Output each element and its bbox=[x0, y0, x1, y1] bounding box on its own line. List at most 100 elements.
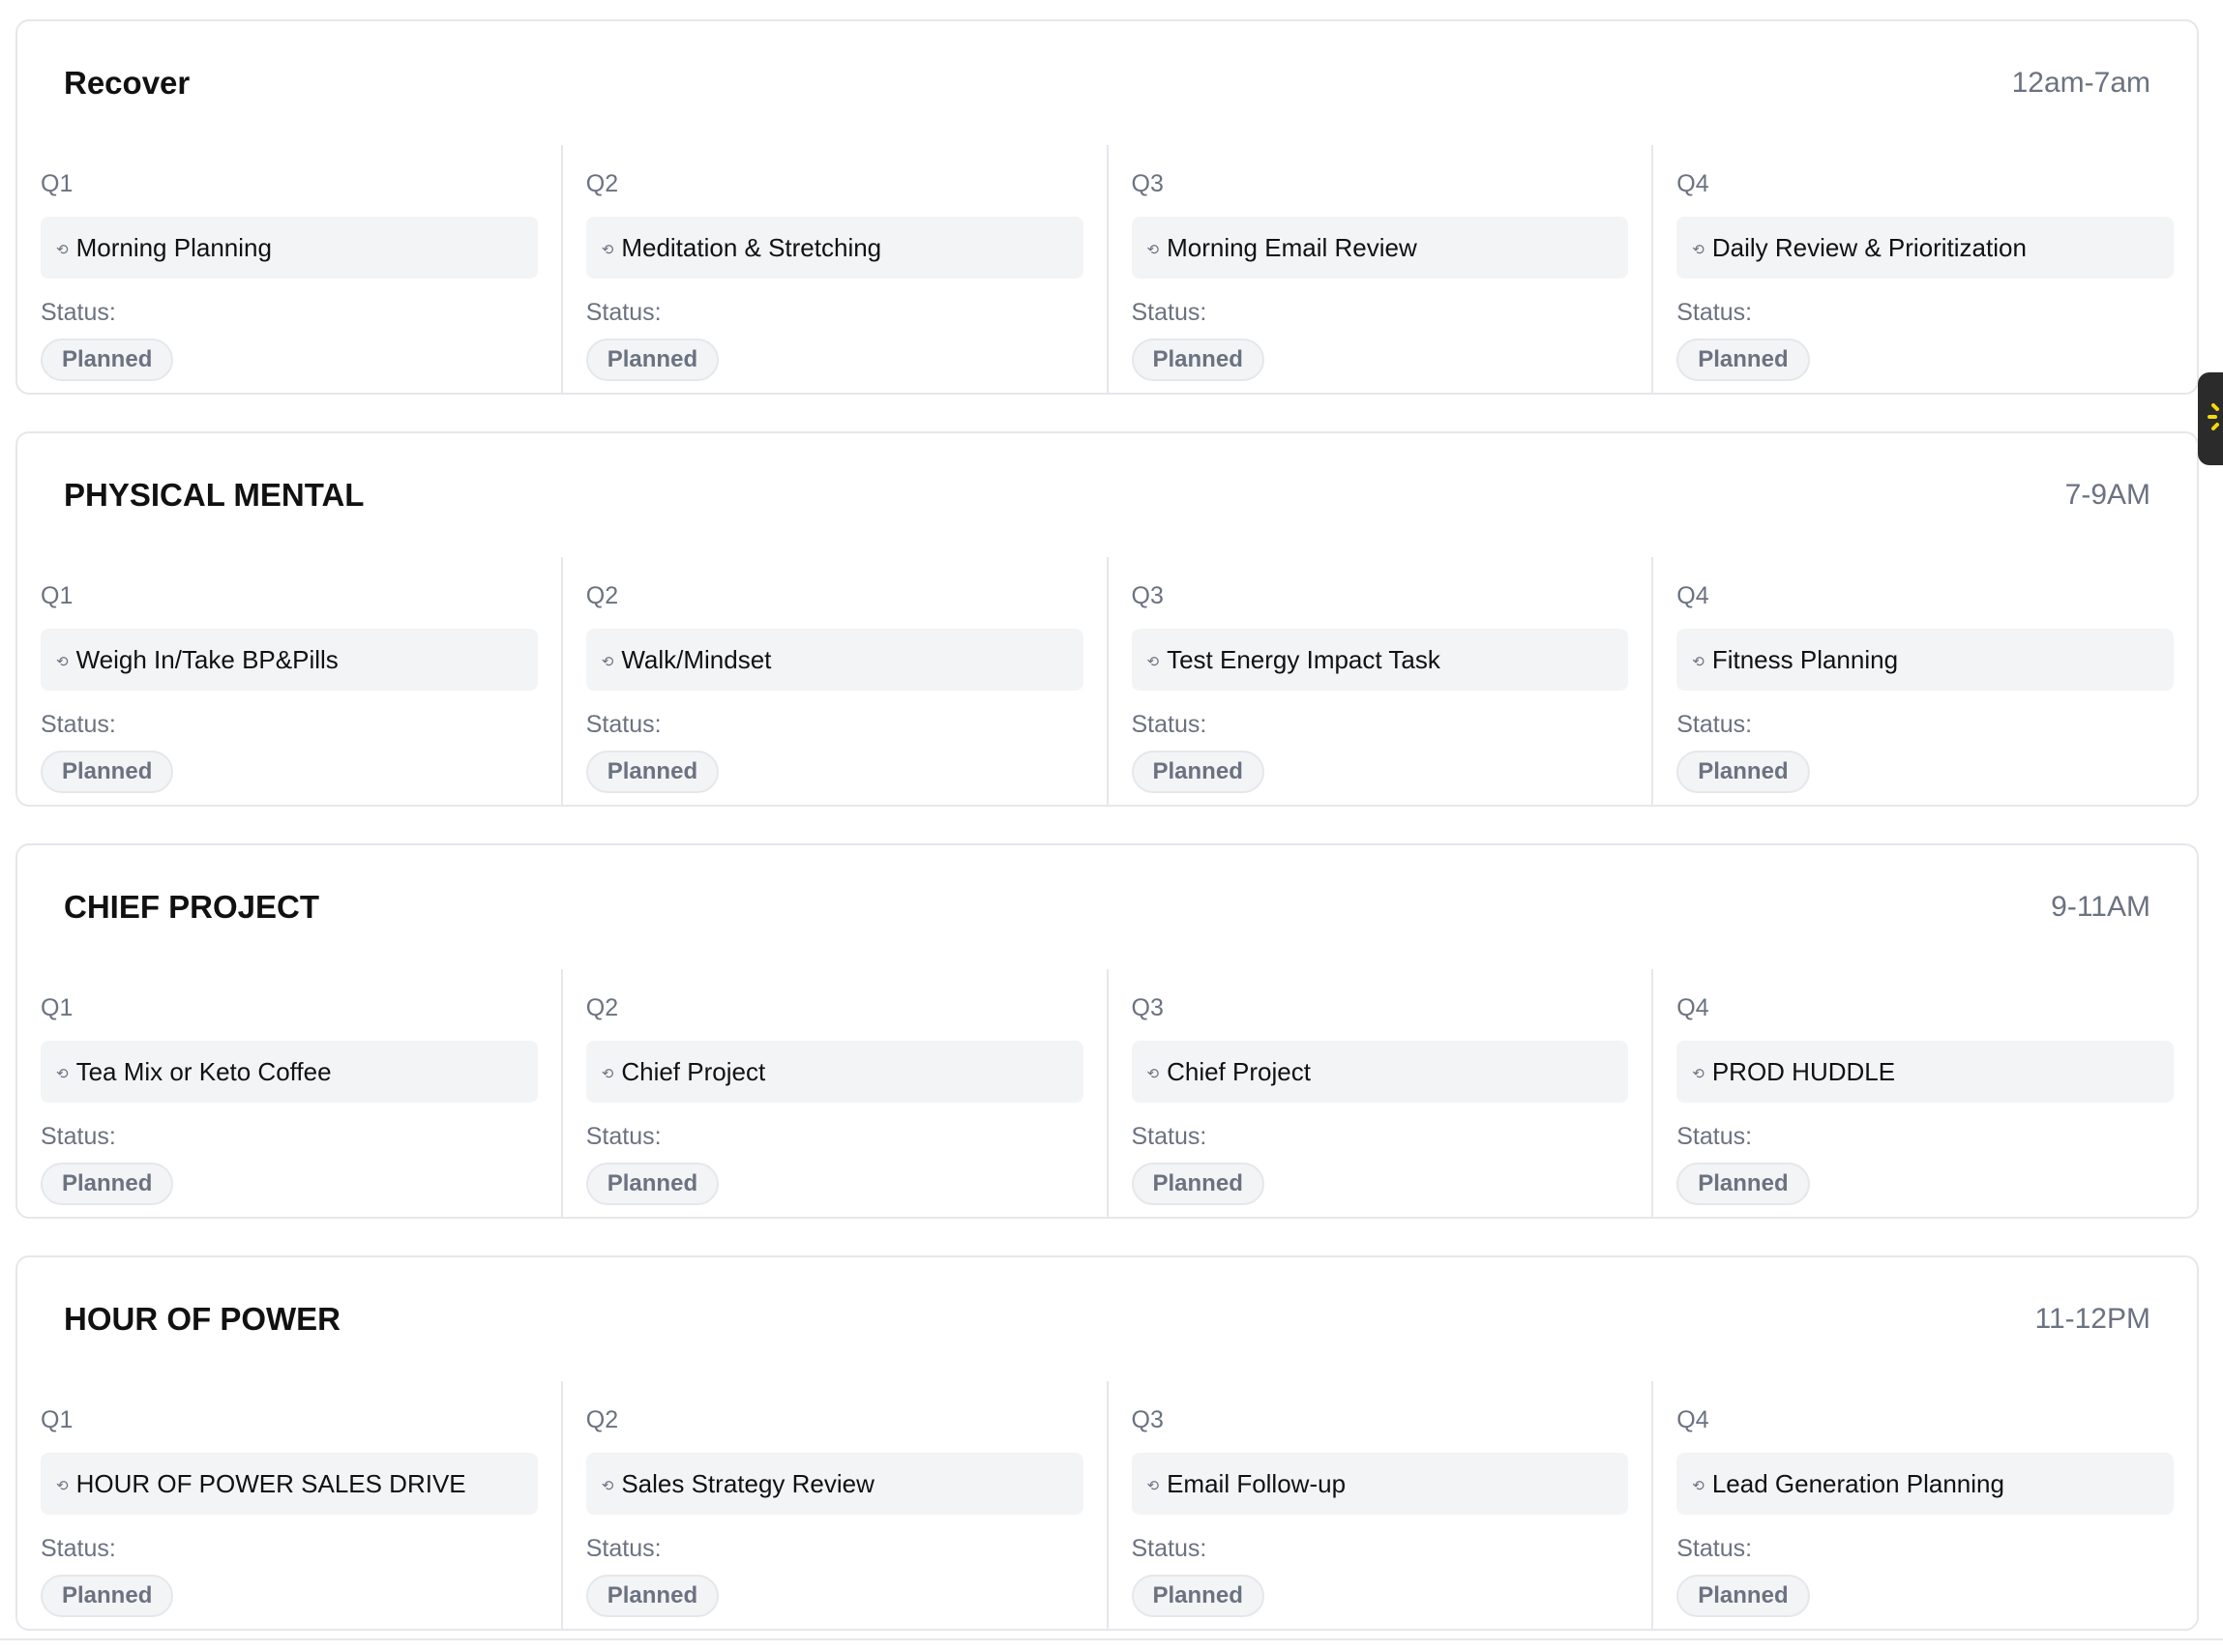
status-badge[interactable]: Planned bbox=[1131, 751, 1264, 793]
task-chip[interactable]: ⟲ Lead Generation Planning bbox=[1676, 1453, 2174, 1515]
bottom-divider bbox=[0, 1638, 2223, 1640]
time-block-title: Recover bbox=[64, 65, 191, 101]
status-badge[interactable]: Planned bbox=[41, 751, 174, 793]
task-name: Fitness Planning bbox=[1711, 644, 1899, 674]
time-block: Recover 12am-7am Q1 ⟲ Morning Planning S… bbox=[15, 19, 2199, 395]
time-block-range: 12am-7am bbox=[2011, 67, 2150, 99]
quarter-column: Q4 ⟲ Lead Generation Planning Status: Pl… bbox=[1651, 1381, 2197, 1629]
status-badge[interactable]: Planned bbox=[585, 1575, 720, 1617]
task-chip[interactable]: ⟲ Morning Email Review bbox=[1131, 217, 1629, 279]
task-name: Sales Strategy Review bbox=[621, 1468, 874, 1498]
task-chip[interactable]: ⟲ Chief Project bbox=[585, 1041, 1083, 1103]
status-label: Status: bbox=[585, 299, 662, 326]
task-name: Tea Mix or Keto Coffee bbox=[75, 1056, 332, 1086]
status-badge[interactable]: Planned bbox=[1131, 339, 1264, 381]
recurring-icon: ⟲ bbox=[601, 1066, 614, 1082]
task-name: HOUR OF POWER SALES DRIVE bbox=[75, 1468, 466, 1498]
recurring-icon: ⟲ bbox=[601, 242, 614, 258]
status-badge[interactable]: Planned bbox=[1676, 339, 1810, 381]
time-block-range: 9-11AM bbox=[2051, 891, 2150, 923]
status-badge[interactable]: Planned bbox=[41, 339, 174, 381]
task-chip[interactable]: ⟲ Test Energy Impact Task bbox=[1131, 629, 1629, 691]
side-panel-toggle[interactable] bbox=[2198, 372, 2223, 465]
recurring-icon: ⟲ bbox=[1146, 242, 1160, 258]
time-block-range: 11-12PM bbox=[2034, 1303, 2150, 1335]
status-label: Status: bbox=[41, 1535, 116, 1562]
quarter-column: Q3 ⟲ Test Energy Impact Task Status: Pla… bbox=[1106, 557, 1652, 805]
status-badge[interactable]: Planned bbox=[1676, 751, 1810, 793]
recurring-icon: ⟲ bbox=[1692, 1066, 1704, 1082]
quarter-label: Q2 bbox=[585, 994, 619, 1021]
recurring-icon: ⟲ bbox=[601, 654, 614, 670]
status-badge[interactable]: Planned bbox=[1676, 1575, 1810, 1617]
quarter-label: Q2 bbox=[585, 1406, 619, 1433]
status-label: Status: bbox=[1131, 299, 1207, 326]
quarter-label: Q2 bbox=[585, 170, 619, 197]
quarter-column: Q3 ⟲ Chief Project Status: Planned bbox=[1106, 969, 1652, 1217]
task-chip[interactable]: ⟲ Daily Review & Prioritization bbox=[1676, 217, 2174, 279]
quarter-label: Q3 bbox=[1131, 170, 1164, 197]
time-block-title: HOUR OF POWER bbox=[64, 1301, 341, 1337]
quarter-label: Q1 bbox=[41, 170, 74, 197]
task-chip[interactable]: ⟲ Walk/Mindset bbox=[585, 629, 1083, 691]
quarter-label: Q2 bbox=[585, 582, 619, 609]
time-block-title: CHIEF PROJECT bbox=[64, 889, 320, 925]
quarter-label: Q3 bbox=[1131, 1406, 1164, 1433]
task-name: Chief Project bbox=[1167, 1056, 1311, 1086]
status-label: Status: bbox=[41, 711, 116, 738]
status-label: Status: bbox=[1676, 1123, 1753, 1150]
quarter-label: Q4 bbox=[1676, 1406, 1709, 1433]
status-badge[interactable]: Planned bbox=[1131, 1163, 1264, 1205]
task-chip[interactable]: ⟲ Meditation & Stretching bbox=[585, 217, 1083, 279]
status-badge[interactable]: Planned bbox=[1131, 1575, 1264, 1617]
recurring-icon: ⟲ bbox=[1146, 654, 1160, 670]
quarter-column: Q3 ⟲ Morning Email Review Status: Planne… bbox=[1106, 145, 1652, 393]
status-label: Status: bbox=[41, 1123, 116, 1150]
time-block-range: 7-9AM bbox=[2064, 479, 2150, 511]
quarter-column: Q1 ⟲ Weigh In/Take BP&Pills Status: Plan… bbox=[17, 557, 561, 805]
task-chip[interactable]: ⟲ Email Follow-up bbox=[1131, 1453, 1629, 1515]
status-badge[interactable]: Planned bbox=[585, 1163, 720, 1205]
task-chip[interactable]: ⟲ Chief Project bbox=[1131, 1041, 1629, 1103]
recurring-icon: ⟲ bbox=[56, 1478, 69, 1494]
status-badge[interactable]: Planned bbox=[1676, 1163, 1810, 1205]
status-label: Status: bbox=[585, 1123, 662, 1150]
status-badge[interactable]: Planned bbox=[41, 1163, 174, 1205]
quarter-column: Q2 ⟲ Chief Project Status: Planned bbox=[560, 969, 1107, 1217]
task-chip[interactable]: ⟲ PROD HUDDLE bbox=[1676, 1041, 2174, 1103]
recurring-icon: ⟲ bbox=[56, 242, 69, 258]
task-chip[interactable]: ⟲ Tea Mix or Keto Coffee bbox=[41, 1041, 538, 1103]
task-name: Meditation & Stretching bbox=[621, 232, 882, 262]
status-label: Status: bbox=[1676, 299, 1753, 326]
quarter-column: Q2 ⟲ Sales Strategy Review Status: Plann… bbox=[560, 1381, 1107, 1629]
quarter-row: Q1 ⟲ Tea Mix or Keto Coffee Status: Plan… bbox=[17, 969, 2197, 1217]
task-name: Walk/Mindset bbox=[621, 644, 772, 674]
time-block-header: CHIEF PROJECT 9-11AM bbox=[17, 845, 2197, 969]
task-chip[interactable]: ⟲ Morning Planning bbox=[41, 217, 538, 279]
status-badge[interactable]: Planned bbox=[41, 1575, 174, 1617]
quarter-column: Q1 ⟲ HOUR OF POWER SALES DRIVE Status: P… bbox=[17, 1381, 561, 1629]
status-label: Status: bbox=[1131, 711, 1207, 738]
quarter-label: Q4 bbox=[1676, 170, 1709, 197]
status-label: Status: bbox=[41, 299, 116, 326]
task-chip[interactable]: ⟲ Weigh In/Take BP&Pills bbox=[41, 629, 538, 691]
recurring-icon: ⟲ bbox=[1692, 242, 1704, 258]
status-label: Status: bbox=[585, 1535, 662, 1562]
status-badge[interactable]: Planned bbox=[585, 339, 720, 381]
task-name: Chief Project bbox=[621, 1056, 766, 1086]
task-name: Lead Generation Planning bbox=[1711, 1468, 2004, 1498]
task-chip[interactable]: ⟲ Fitness Planning bbox=[1676, 629, 2174, 691]
quarter-label: Q1 bbox=[41, 1406, 74, 1433]
task-chip[interactable]: ⟲ Sales Strategy Review bbox=[585, 1453, 1083, 1515]
time-block-title: PHYSICAL MENTAL bbox=[64, 477, 365, 513]
quarter-row: Q1 ⟲ HOUR OF POWER SALES DRIVE Status: P… bbox=[17, 1381, 2197, 1629]
status-label: Status: bbox=[1676, 1535, 1753, 1562]
status-badge[interactable]: Planned bbox=[585, 751, 720, 793]
task-name: Daily Review & Prioritization bbox=[1711, 232, 2027, 262]
recurring-icon: ⟲ bbox=[1692, 1478, 1704, 1494]
task-chip[interactable]: ⟲ HOUR OF POWER SALES DRIVE bbox=[41, 1453, 538, 1515]
recurring-icon: ⟲ bbox=[1146, 1066, 1160, 1082]
status-label: Status: bbox=[1676, 711, 1753, 738]
recurring-icon: ⟲ bbox=[56, 654, 69, 670]
quarter-column: Q4 ⟲ Daily Review & Prioritization Statu… bbox=[1651, 145, 2197, 393]
